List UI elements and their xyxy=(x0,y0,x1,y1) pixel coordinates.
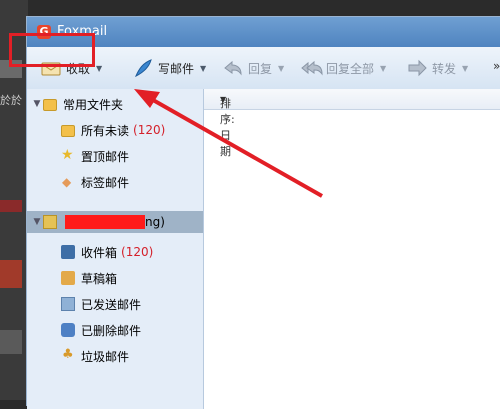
feather-pen-icon xyxy=(133,59,153,78)
sort-header[interactable]: 排序:日期 ▼ xyxy=(204,89,500,158)
folder-label: 已发送邮件 xyxy=(81,297,142,312)
reply-dropdown-icon[interactable]: ▼ xyxy=(278,64,284,73)
unread-count: (120) xyxy=(121,245,154,259)
trash-icon xyxy=(61,323,75,337)
drafts-icon xyxy=(61,271,75,285)
redacted-account-name xyxy=(65,215,145,229)
sort-label: 排序:日期 xyxy=(220,97,235,158)
forward-button[interactable]: 转发 ▼ xyxy=(407,57,468,79)
reply-all-dropdown-icon[interactable]: ▼ xyxy=(380,64,386,73)
account-icon xyxy=(43,215,57,229)
unread-count: (120) xyxy=(133,123,166,137)
background-text: 於於 xyxy=(0,94,22,107)
tag-icon xyxy=(61,175,75,189)
folder-label: 草稿箱 xyxy=(81,271,118,286)
folder-icon xyxy=(61,125,75,137)
toolbar-overflow-button[interactable]: » xyxy=(493,59,500,73)
star-icon xyxy=(61,147,75,163)
forward-arrow-icon xyxy=(407,59,427,77)
compose-label: 写邮件 xyxy=(158,61,195,76)
common-folder-group[interactable]: ▼ 常用文件夹 xyxy=(31,93,207,115)
folder-label: 标签邮件 xyxy=(81,175,130,190)
sort-chevron-down-icon[interactable]: ▼ xyxy=(220,95,226,104)
folder-tree: ▼ 常用文件夹 所有未读 (120) 置顶邮件 标签邮件 ▼ ng) 收件箱 (… xyxy=(27,89,204,409)
sent-icon xyxy=(61,297,75,311)
common-folder-label: 常用文件夹 xyxy=(63,97,124,112)
account-name-suffix: ng) xyxy=(145,215,165,229)
folder-icon xyxy=(43,99,57,111)
folder-label: 置顶邮件 xyxy=(81,149,130,164)
forward-label: 转发 xyxy=(432,61,457,76)
junk-icon xyxy=(61,347,75,363)
folder-label: 所有未读 xyxy=(81,123,130,138)
folder-label: 已删除邮件 xyxy=(81,323,142,338)
forward-dropdown-icon[interactable]: ▼ xyxy=(462,64,468,73)
folder-label: 收件箱 xyxy=(81,245,118,260)
collapse-triangle-icon[interactable]: ▼ xyxy=(31,217,43,227)
folder-label: 垃圾邮件 xyxy=(81,349,130,364)
reply-all-button[interactable]: 回复全部 ▼ xyxy=(301,57,386,79)
reply-button[interactable]: 回复 ▼ xyxy=(223,57,284,79)
title-bar: G Foxmail xyxy=(27,17,500,47)
compose-button[interactable]: 写邮件 ▼ xyxy=(133,57,206,79)
message-list: 排序:日期 ▼ xyxy=(204,89,500,409)
reply-all-arrow-icon xyxy=(301,59,323,77)
compose-dropdown-icon[interactable]: ▼ xyxy=(200,64,206,73)
highlight-box xyxy=(9,33,95,67)
reply-arrow-icon xyxy=(223,59,243,77)
reply-all-label: 回复全部 xyxy=(326,61,375,76)
foxmail-window: G Foxmail 收取 ▼ 写邮件 ▼ 回复 ▼ 回复全部 ▼ 转发 ▼ » … xyxy=(26,16,500,409)
account-row[interactable]: ▼ ng) xyxy=(27,211,203,233)
collapse-triangle-icon[interactable]: ▼ xyxy=(31,99,43,109)
toolbar: 收取 ▼ 写邮件 ▼ 回复 ▼ 回复全部 ▼ 转发 ▼ » xyxy=(27,47,500,90)
receive-dropdown-icon[interactable]: ▼ xyxy=(96,64,102,73)
inbox-icon xyxy=(61,245,75,259)
reply-label: 回复 xyxy=(248,61,273,76)
